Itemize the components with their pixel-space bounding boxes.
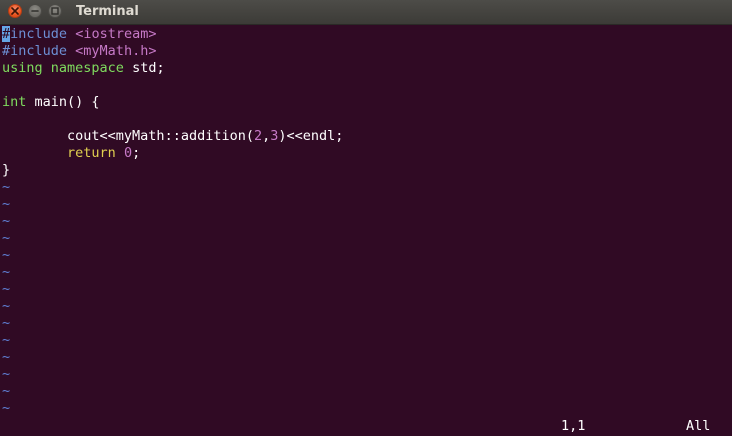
minimize-icon — [31, 10, 39, 12]
code-line: return 0; — [2, 145, 730, 162]
code-text: std; — [132, 60, 165, 76]
terminal-window: Terminal #include <iostream> #include <m… — [0, 0, 732, 436]
empty-line-marker: ~ — [2, 213, 11, 229]
window-title: Terminal — [76, 4, 139, 19]
keyword: using — [2, 60, 43, 76]
include-header: <iostream> — [75, 26, 157, 42]
number-literal: 2 — [253, 128, 263, 144]
vim-editor[interactable]: #include <iostream> #include <myMath.h> … — [2, 26, 730, 417]
code-line: #include <myMath.h> — [2, 43, 730, 60]
empty-line-marker: ~ — [2, 179, 11, 195]
cursor-position: 1,1 — [561, 418, 586, 434]
empty-line-marker: ~ — [2, 383, 11, 399]
empty-line-marker: ~ — [2, 400, 11, 416]
empty-line-marker: ~ — [2, 298, 11, 314]
maximize-button[interactable] — [48, 4, 62, 18]
vim-status-line: 1,1 All — [0, 418, 732, 435]
preprocessor-directive: #include — [2, 43, 68, 59]
code-line: cout<<myMath::addition(2,3)<<endl; — [2, 128, 730, 145]
close-icon — [11, 7, 19, 15]
empty-line-marker: ~ — [2, 196, 11, 212]
empty-line-marker: ~ — [2, 366, 11, 382]
empty-line-marker: ~ — [2, 247, 11, 263]
code-line: } — [2, 162, 11, 178]
code-text: ; — [132, 145, 141, 161]
code-line: int main() { — [2, 94, 730, 111]
empty-line-marker: ~ — [2, 264, 11, 280]
title-bar[interactable]: Terminal — [0, 0, 732, 25]
empty-line-marker: ~ — [2, 349, 11, 365]
code-text: main() { — [34, 94, 100, 110]
empty-line-marker: ~ — [2, 332, 11, 348]
empty-line-marker: ~ — [2, 281, 11, 297]
empty-line-marker: ~ — [2, 230, 11, 246]
code-line: #include <iostream> — [2, 26, 730, 43]
scroll-indicator: All — [686, 418, 711, 434]
statement-keyword: return — [67, 145, 116, 161]
empty-line-marker: ~ — [2, 315, 11, 331]
code-line: using namespace std; — [2, 60, 730, 77]
code-text: )<<endl; — [278, 128, 344, 144]
text-cursor: # — [2, 26, 11, 42]
minimize-button[interactable] — [28, 4, 42, 18]
type-keyword: int — [2, 94, 27, 110]
include-header: <myMath.h> — [75, 43, 157, 59]
close-button[interactable] — [8, 4, 22, 18]
code-text: cout<<myMath::addition( — [67, 128, 254, 144]
number-literal: 0 — [123, 145, 133, 161]
maximize-icon — [51, 7, 59, 15]
keyword: namespace — [50, 60, 124, 76]
preprocessor-directive: include — [10, 26, 68, 42]
